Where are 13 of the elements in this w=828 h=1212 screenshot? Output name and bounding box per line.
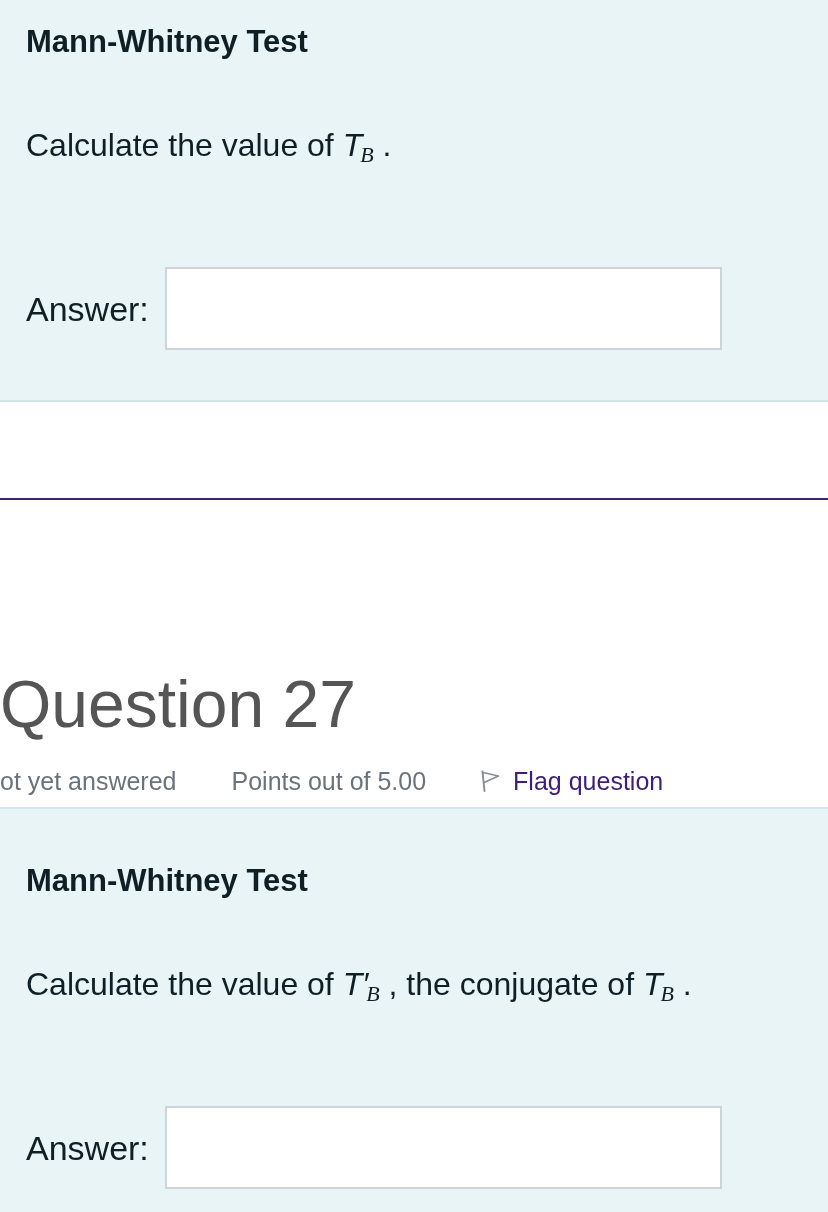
answer-input-field[interactable] [164, 1106, 722, 1189]
answer-label: Answer: [26, 288, 149, 330]
question-number-heading: Question 27 [0, 666, 356, 742]
answer-label: Answer: [26, 1127, 149, 1169]
question-title: Mann-Whitney Test [26, 23, 308, 61]
flag-question-link[interactable]: Flag question [480, 766, 664, 796]
question-points: Points out of 5.00 [231, 766, 427, 796]
flag-icon [480, 770, 501, 792]
question-prompt: Calculate the value of T$_{B}$ . [26, 126, 392, 165]
question-status: ot yet answered [0, 766, 177, 796]
question-title: Mann-Whitney Test [26, 862, 308, 900]
question-prompt: Calculate the value of T′$_{B}$ , the conjugate of T$_{B}$ . [26, 965, 692, 1004]
answer-input-field[interactable] [164, 267, 722, 350]
